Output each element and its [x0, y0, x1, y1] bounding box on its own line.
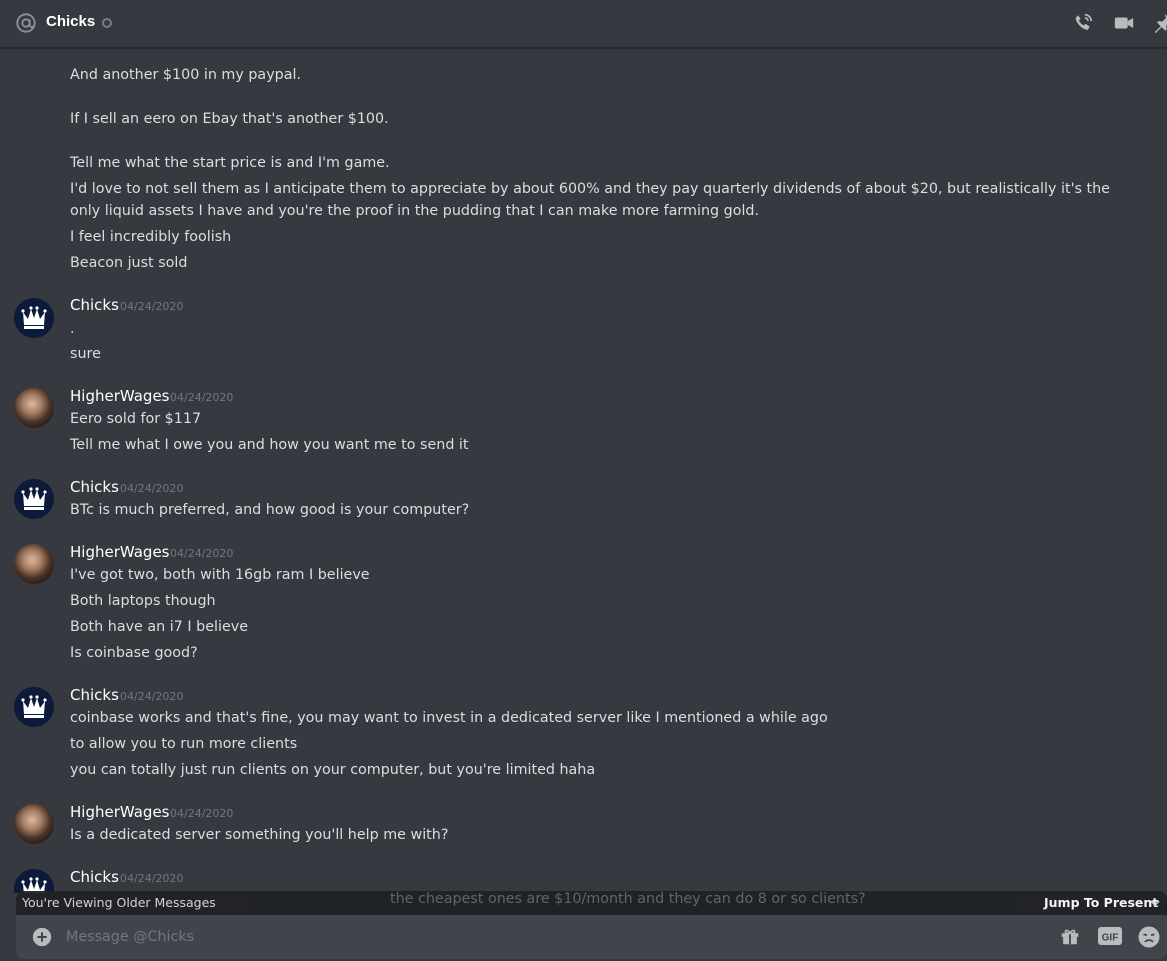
message-timestamp: 04/24/2020: [170, 391, 234, 404]
message-line: I feel incredibly foolish: [70, 229, 232, 245]
avatar[interactable]: [14, 544, 54, 584]
message-line: I've got two, both with 16gb ram I belie…: [70, 567, 370, 583]
crown-icon: [14, 687, 54, 727]
status-offline-icon: [102, 18, 112, 28]
jump-to-present-button[interactable]: Jump To Present: [1044, 895, 1158, 910]
message-line: Both laptops though: [70, 593, 216, 609]
message-line: you can totally just run clients on your…: [70, 762, 596, 778]
pin-icon[interactable]: [1152, 12, 1167, 34]
message-timestamp: 04/24/2020: [170, 547, 234, 560]
message-composer: GIF: [16, 915, 1167, 959]
chevron-down-icon[interactable]: [1149, 898, 1161, 908]
message-author[interactable]: Chicks: [70, 868, 119, 886]
message-timestamp: 04/24/2020: [120, 690, 184, 703]
at-icon: [16, 13, 36, 33]
message-line: Both have an i7 I believe: [70, 619, 248, 635]
message-line: And another $100 in my paypal.: [70, 67, 302, 83]
message-line: .: [70, 321, 75, 337]
crown-icon: [14, 869, 54, 893]
avatar[interactable]: [14, 298, 54, 338]
message-input[interactable]: [66, 925, 1026, 949]
emoji-icon[interactable]: [1137, 925, 1161, 949]
video-camera-icon[interactable]: [1113, 12, 1135, 34]
phone-call-icon[interactable]: [1072, 12, 1094, 34]
message-timestamp: 04/24/2020: [120, 872, 184, 885]
plus-circle-icon[interactable]: [32, 927, 52, 947]
message-list[interactable]: And another $100 in my paypal. If I sell…: [0, 48, 1167, 893]
message-line: BTc is much preferred, and how good is y…: [70, 502, 470, 518]
gif-icon[interactable]: GIF: [1097, 925, 1123, 947]
crown-icon: [14, 298, 54, 338]
message-line: Beacon just sold: [70, 255, 188, 271]
message-author[interactable]: HigherWages: [70, 543, 170, 561]
avatar[interactable]: [14, 687, 54, 727]
crown-icon: [14, 479, 54, 519]
message-line: coinbase works and that's fine, you may …: [70, 710, 828, 726]
message-line: Is a dedicated server something you'll h…: [70, 827, 449, 843]
message-timestamp: 04/24/2020: [120, 482, 184, 495]
svg-text:GIF: GIF: [1102, 933, 1119, 944]
gift-icon[interactable]: [1059, 925, 1081, 947]
message-line: Is coinbase good?: [70, 645, 198, 661]
older-messages-notice: You're Viewing Older Messages: [22, 895, 216, 910]
message-timestamp: 04/24/2020: [170, 807, 234, 820]
avatar[interactable]: [14, 388, 54, 428]
message-author[interactable]: HigherWages: [70, 803, 170, 821]
dm-recipient-name: Chicks: [46, 13, 96, 30]
message-line: to allow you to run more clients: [70, 736, 298, 752]
message-timestamp: 04/24/2020: [120, 300, 184, 313]
message-author[interactable]: HigherWages: [70, 387, 170, 405]
message-author[interactable]: Chicks: [70, 296, 119, 314]
message-line-obscured: the cheapest ones are $10/month and they…: [390, 891, 866, 907]
avatar[interactable]: [14, 804, 54, 844]
message-line: I'd love to not sell them as I anticipat…: [70, 181, 1110, 219]
avatar[interactable]: [14, 869, 54, 893]
avatar[interactable]: [14, 479, 54, 519]
channel-header: Chicks: [0, 0, 1167, 48]
message-line: Eero sold for $117: [70, 411, 202, 427]
message-line: Tell me what I owe you and how you want …: [70, 437, 469, 453]
message-line: sure: [70, 346, 101, 362]
message-author[interactable]: Chicks: [70, 686, 119, 704]
message-line: Tell me what the start price is and I'm …: [70, 155, 390, 171]
message-line: If I sell an eero on Ebay that's another…: [70, 111, 389, 127]
message-author[interactable]: Chicks: [70, 478, 119, 496]
